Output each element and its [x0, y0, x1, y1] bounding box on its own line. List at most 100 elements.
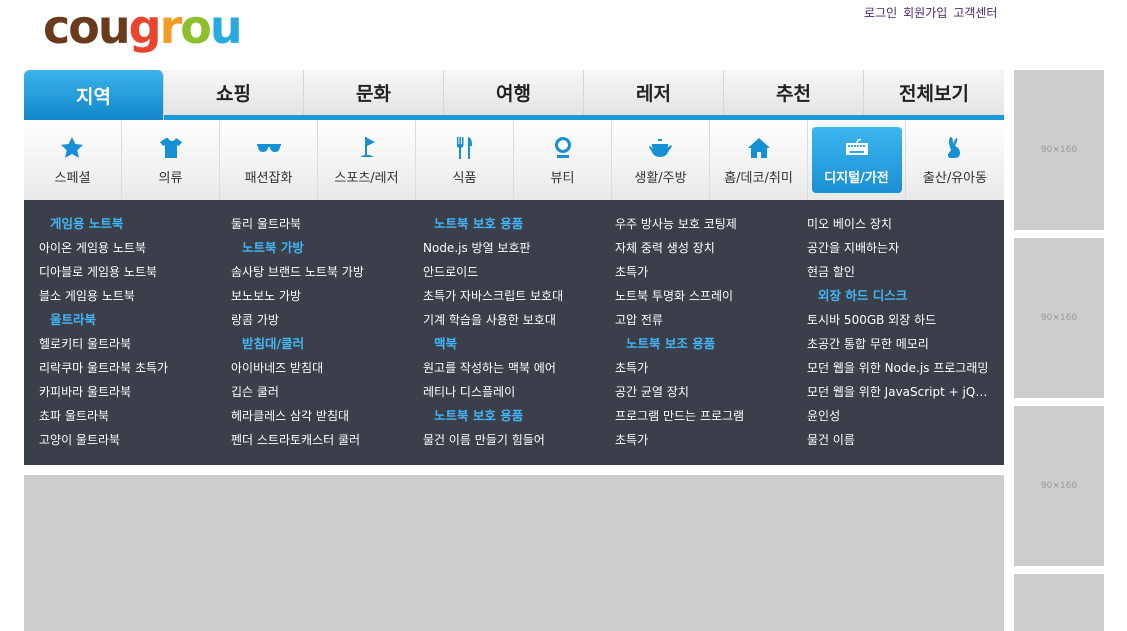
menu-link[interactable]: 펜더 스트라토캐스터 쿨러 — [231, 428, 415, 452]
category-label: 패션잡화 — [244, 170, 293, 186]
main-banner — [24, 475, 1004, 631]
menu-link[interactable]: 미오 베이스 장치 — [807, 212, 991, 236]
category-item-inner: 스페셜 — [54, 135, 91, 186]
menu-link[interactable]: 카피바라 울트라북 — [39, 380, 223, 404]
main-tab[interactable]: 지역 — [24, 70, 164, 120]
menu-heading[interactable]: 받침대/쿨러 — [231, 332, 415, 356]
menu-link[interactable]: 윤인성 — [807, 404, 991, 428]
menu-link[interactable]: 고압 전류 — [615, 308, 799, 332]
main-tab[interactable]: 문화 — [304, 70, 444, 115]
category-item[interactable]: 패션잡화 — [220, 120, 318, 200]
category-item[interactable]: 홈/데코/취미 — [710, 120, 808, 200]
logo-part: r — [159, 0, 183, 54]
main-tab[interactable]: 여행 — [444, 70, 584, 115]
main-tab[interactable]: 추천 — [724, 70, 864, 115]
menu-column: 미오 베이스 장치 공간을 지배하는자 현금 할인 외장 하드 디스크 토시바 500G… — [807, 212, 999, 465]
menu-link[interactable]: 아이바네즈 받침대 — [231, 356, 415, 380]
category-label: 스포츠/레저 — [334, 170, 399, 186]
category-item[interactable]: 스페셜 — [24, 120, 122, 200]
menu-heading[interactable]: 울트라북 — [39, 308, 223, 332]
menu-link[interactable]: 헤라클레스 삼각 받침대 — [231, 404, 415, 428]
menu-link[interactable]: 모던 웹을 위한 JavaScript + jQuery 입문 — [807, 380, 991, 404]
main-tab[interactable]: 쇼핑 — [164, 70, 304, 115]
menu-link[interactable]: 랑콤 가방 — [231, 308, 415, 332]
logo-part: u — [209, 0, 243, 54]
menu-link[interactable]: 초특가 자바스크립트 보호대 — [423, 284, 607, 308]
side-ad-2[interactable]: 90×160 — [1014, 238, 1104, 398]
category-label: 홈/데코/취미 — [724, 170, 793, 186]
menu-link[interactable]: 물건 이름 — [807, 428, 991, 452]
menu-link[interactable]: 기계 학습을 사용한 보호대 — [423, 308, 607, 332]
menu-link[interactable]: 우주 방사능 보호 코팅제 — [615, 212, 799, 236]
side-ad-4[interactable] — [1014, 574, 1104, 631]
rabbit-icon — [942, 135, 968, 161]
menu-link[interactable]: 안드로이드 — [423, 260, 607, 284]
menu-heading[interactable]: 노트북 보호 용품 — [423, 404, 607, 428]
category-item-inner: 식품 — [452, 135, 478, 186]
menu-heading[interactable]: 게임용 노트북 — [39, 212, 223, 236]
logo-part: g — [128, 0, 162, 54]
category-item[interactable]: 디지털/가전 — [808, 120, 906, 200]
menu-link[interactable]: 레티나 디스플레이 — [423, 380, 607, 404]
menu-link[interactable]: 초특가 — [615, 356, 799, 380]
menu-link[interactable]: 디아블로 게임용 노트북 — [39, 260, 223, 284]
sunglasses-icon — [256, 135, 282, 161]
menu-heading[interactable]: 노트북 보조 용품 — [615, 332, 799, 356]
category-item[interactable]: 식품 — [416, 120, 514, 200]
category-label: 스페셜 — [54, 170, 91, 186]
logo[interactable]: cougrou — [43, 0, 243, 54]
customer-center-link[interactable]: 고객센터 — [953, 4, 997, 21]
menu-link[interactable]: 아이온 게임용 노트북 — [39, 236, 223, 260]
menu-heading[interactable]: 외장 하드 디스크 — [807, 284, 991, 308]
login-link[interactable]: 로그인 — [864, 4, 897, 21]
category-label: 뷰티 — [550, 170, 575, 186]
menu-link[interactable]: 원고를 작성하는 맥북 에어 — [423, 356, 607, 380]
main-tab[interactable]: 레저 — [584, 70, 724, 115]
category-dropdown-panel: 게임용 노트북 아이온 게임용 노트북 디아블로 게임용 노트북 블소 게임용 노트북… — [24, 200, 1004, 465]
menu-link[interactable]: 블소 게임용 노트북 — [39, 284, 223, 308]
category-item[interactable]: 출산/유아동 — [906, 120, 1004, 200]
menu-link[interactable]: 자체 중력 생성 장치 — [615, 236, 799, 260]
menu-link[interactable]: 현금 할인 — [807, 260, 991, 284]
menu-link[interactable]: 깁슨 쿨러 — [231, 380, 415, 404]
logo-part: cou — [43, 0, 131, 54]
menu-link[interactable]: 공간 균열 장치 — [615, 380, 799, 404]
category-bar: 스페셜 의류 패션잡화 스포츠/레저 식품 뷰티 생활/주방 홈/데코/취미 디지털/가전 출산/… — [24, 120, 1004, 200]
menu-link[interactable]: Node.js 방열 보호판 — [423, 236, 607, 260]
category-item[interactable]: 의류 — [122, 120, 220, 200]
menu-link[interactable]: 초공간 통합 무한 메모리 — [807, 332, 991, 356]
menu-link[interactable]: 노트북 투명화 스프레이 — [615, 284, 799, 308]
menu-link[interactable]: 초특가 — [615, 260, 799, 284]
category-item[interactable]: 스포츠/레저 — [318, 120, 416, 200]
category-item-inner: 생활/주방 — [634, 135, 687, 186]
menu-link[interactable]: 쵸파 울트라북 — [39, 404, 223, 428]
menu-link[interactable]: 둘리 울트라북 — [231, 212, 415, 236]
side-ad-1[interactable]: 90×160 — [1014, 70, 1104, 230]
side-ad-3[interactable]: 90×160 — [1014, 406, 1104, 566]
menu-link[interactable]: 보노보노 가방 — [231, 284, 415, 308]
category-item-inner: 뷰티 — [550, 135, 576, 186]
category-item-inner: 스포츠/레저 — [334, 135, 399, 186]
menu-link[interactable]: 초특가 — [615, 428, 799, 452]
menu-link[interactable]: 모던 웹을 위한 Node.js 프로그래밍 — [807, 356, 991, 380]
menu-heading[interactable]: 노트북 보호 용품 — [423, 212, 607, 236]
menu-heading[interactable]: 노트북 가방 — [231, 236, 415, 260]
signup-link[interactable]: 회원가입 — [903, 4, 947, 21]
menu-link[interactable]: 리락쿠마 울트라북 초특가 — [39, 356, 223, 380]
menu-link[interactable]: 솜사탕 브랜드 노트북 가방 — [231, 260, 415, 284]
main-tab[interactable]: 전체보기 — [864, 70, 1004, 115]
main-tabs: 지역 쇼핑 문화 여행 레저 추천 전체보기 — [24, 70, 1004, 120]
menu-column: 둘리 울트라북 노트북 가방 솜사탕 브랜드 노트북 가방 보노보노 가방 랑콤 가방 받… — [231, 212, 423, 465]
category-item-inner: 의류 — [158, 135, 184, 186]
menu-link[interactable]: 고양이 울트라북 — [39, 428, 223, 452]
menu-heading[interactable]: 맥북 — [423, 332, 607, 356]
menu-link[interactable]: 프로그램 만드는 프로그램 — [615, 404, 799, 428]
menu-link[interactable]: 헬로키티 울트라북 — [39, 332, 223, 356]
category-item[interactable]: 생활/주방 — [612, 120, 710, 200]
menu-link[interactable]: 토시바 500GB 외장 하드 — [807, 308, 991, 332]
menu-link[interactable]: 물건 이름 만들기 힘들어 — [423, 428, 607, 452]
menu-column: 게임용 노트북 아이온 게임용 노트북 디아블로 게임용 노트북 블소 게임용 노트북… — [39, 212, 231, 465]
category-item[interactable]: 뷰티 — [514, 120, 612, 200]
menu-link[interactable]: 공간을 지배하는자 — [807, 236, 991, 260]
house-icon — [746, 135, 772, 161]
